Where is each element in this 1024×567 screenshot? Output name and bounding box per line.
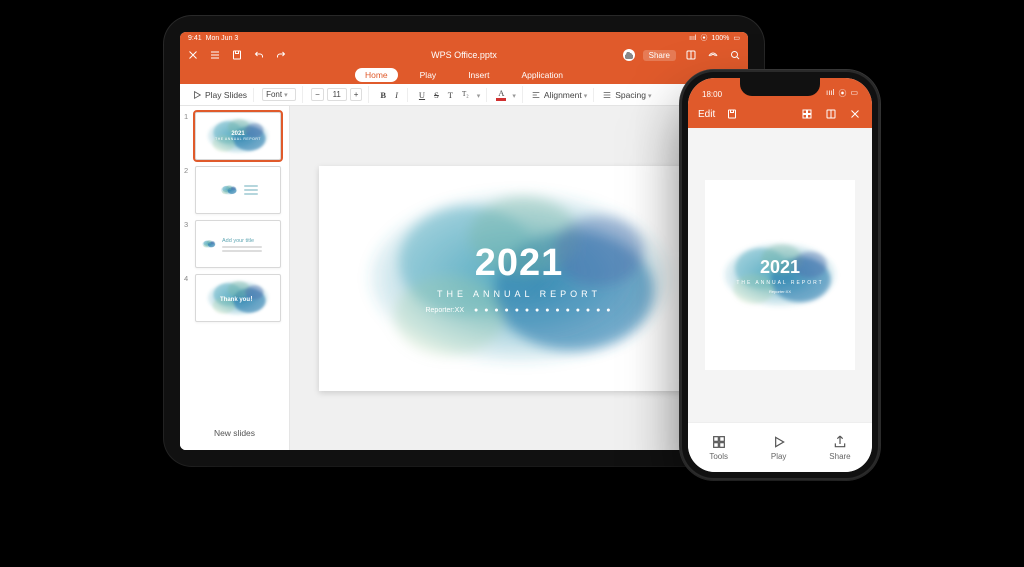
- thumb-number: 2: [184, 166, 192, 214]
- document-title: WPS Office.pptx: [431, 50, 497, 60]
- status-time: 9:41: [188, 35, 202, 42]
- tab-application[interactable]: Application: [511, 68, 573, 82]
- alignment-button[interactable]: Alignment: [525, 88, 594, 102]
- phone-slide-title: 2021: [736, 257, 823, 278]
- thumb-title: Add your title: [222, 238, 254, 244]
- font-color-more[interactable]: [510, 90, 516, 100]
- play-slides-label: Play Slides: [205, 90, 247, 100]
- phone-current-slide[interactable]: 2021 THE ANNUAL REPORT Reporter:XX: [705, 180, 855, 370]
- phone-share-label: Share: [829, 452, 850, 461]
- alignment-label: Alignment: [544, 90, 587, 100]
- format-toolbar: Play Slides Font − 11 + B I U S T T₂: [180, 84, 748, 106]
- font-select[interactable]: Font: [262, 88, 296, 101]
- current-slide[interactable]: 2021 THE ANNUAL REPORT Reporter:XX ● ● ●…: [319, 166, 719, 391]
- strike-button[interactable]: S: [431, 90, 442, 100]
- phone-save-icon[interactable]: [725, 107, 739, 121]
- redo-icon[interactable]: [274, 48, 288, 62]
- tablet-screen: 9:41 Mon Jun 3 ıııl ⦿ 100% ▭ WPS Office.…: [180, 32, 748, 450]
- bold-button[interactable]: B: [377, 90, 389, 100]
- phone-notch: [740, 78, 820, 96]
- thumb-number: 1: [184, 112, 192, 160]
- status-wifi-icon: ⦿: [700, 33, 707, 43]
- slide-subtitle[interactable]: THE ANNUAL REPORT: [425, 289, 612, 299]
- phone-wifi-icon: ⦿: [838, 88, 846, 99]
- reporter-value[interactable]: XX: [455, 307, 464, 314]
- tablet-device: 9:41 Mon Jun 3 ıııl ⦿ 100% ▭ WPS Office.…: [164, 16, 764, 466]
- spacing-button[interactable]: Spacing: [596, 88, 657, 102]
- phone-slide-reporter: Reporter:XX: [736, 289, 823, 294]
- status-signal-icon: ıııl: [689, 35, 696, 42]
- editor-area: 1 2021 THE ANNUAL REPORT 2: [180, 106, 748, 450]
- phone-battery-icon: ▭: [850, 88, 858, 99]
- phone-status-time: 18:00: [702, 90, 722, 99]
- tab-play[interactable]: Play: [410, 68, 447, 82]
- italic-button[interactable]: I: [392, 90, 401, 100]
- underline-button[interactable]: U: [416, 90, 428, 100]
- phone-slide-area[interactable]: 2021 THE ANNUAL REPORT Reporter:XX: [688, 128, 872, 422]
- spacing-label: Spacing: [615, 90, 651, 100]
- new-slides-button[interactable]: New slides: [184, 422, 285, 444]
- avatar-icon[interactable]: [623, 49, 635, 61]
- font-color-swatch: [496, 98, 506, 101]
- text-more-icon[interactable]: [475, 90, 481, 100]
- phone-tools-label: Tools: [709, 452, 728, 461]
- text-effect-2[interactable]: T₂: [459, 90, 472, 98]
- font-color-button[interactable]: A: [495, 88, 507, 101]
- ribbon-tabs: Home Play Insert Application: [180, 66, 748, 84]
- undo-icon[interactable]: [252, 48, 266, 62]
- status-battery: 100%: [711, 35, 729, 42]
- tools-icon[interactable]: [684, 48, 698, 62]
- reporter-label: Reporter:: [425, 307, 454, 314]
- phone-tools-button[interactable]: Tools: [709, 434, 728, 461]
- share-button[interactable]: Share: [643, 50, 676, 61]
- slide-thumbnails: 1 2021 THE ANNUAL REPORT 2: [180, 106, 290, 450]
- phone-screen: 18:00 ıııl ⦿ ▭ Edit 2021: [688, 78, 872, 472]
- menu-icon[interactable]: [208, 48, 222, 62]
- thumbnail-slide-3[interactable]: Add your title: [195, 220, 281, 268]
- phone-grid-icon[interactable]: [800, 107, 814, 121]
- phone-signal-icon: ıııl: [826, 88, 834, 99]
- phone-device: 18:00 ıııl ⦿ ▭ Edit 2021: [680, 70, 880, 480]
- font-size-increase[interactable]: +: [350, 88, 363, 101]
- status-date: Mon Jun 3: [206, 35, 239, 42]
- phone-bottom-bar: Tools Play Share: [688, 422, 872, 472]
- phone-panel-icon[interactable]: [824, 107, 838, 121]
- tab-home[interactable]: Home: [355, 68, 398, 82]
- thumb-title: Thank you！: [220, 294, 256, 303]
- text-effect-1[interactable]: T: [445, 90, 456, 100]
- assistant-icon[interactable]: [706, 48, 720, 62]
- thumb-number: 4: [184, 274, 192, 322]
- thumb-sub: THE ANNUAL REPORT: [215, 137, 261, 141]
- edit-button[interactable]: Edit: [698, 109, 715, 120]
- search-icon[interactable]: [728, 48, 742, 62]
- tablet-status-bar: 9:41 Mon Jun 3 ıııl ⦿ 100% ▭: [180, 32, 748, 44]
- phone-slide-subtitle: THE ANNUAL REPORT: [736, 280, 823, 286]
- app-header: WPS Office.pptx Share: [180, 44, 748, 66]
- phone-header: Edit: [688, 100, 872, 128]
- font-color-label: A: [495, 88, 507, 98]
- font-size-input[interactable]: 11: [327, 88, 347, 101]
- status-battery-icon: ▭: [733, 34, 740, 42]
- phone-close-icon[interactable]: [848, 107, 862, 121]
- phone-play-label: Play: [771, 452, 787, 461]
- decorative-dots: ● ● ● ● ● ● ● ● ● ● ● ● ● ●: [474, 307, 612, 314]
- thumbnail-slide-1[interactable]: 2021 THE ANNUAL REPORT: [195, 112, 281, 160]
- tab-insert[interactable]: Insert: [458, 68, 499, 82]
- save-icon[interactable]: [230, 48, 244, 62]
- phone-share-button[interactable]: Share: [829, 434, 850, 461]
- play-slides-button[interactable]: Play Slides: [186, 88, 254, 102]
- thumb-number: 3: [184, 220, 192, 268]
- font-size-decrease[interactable]: −: [311, 88, 324, 101]
- phone-play-button[interactable]: Play: [771, 434, 787, 461]
- thumbnail-slide-4[interactable]: Thank you！: [195, 274, 281, 322]
- slide-title[interactable]: 2021: [425, 242, 612, 285]
- thumbnail-slide-2[interactable]: [195, 166, 281, 214]
- close-icon[interactable]: [186, 48, 200, 62]
